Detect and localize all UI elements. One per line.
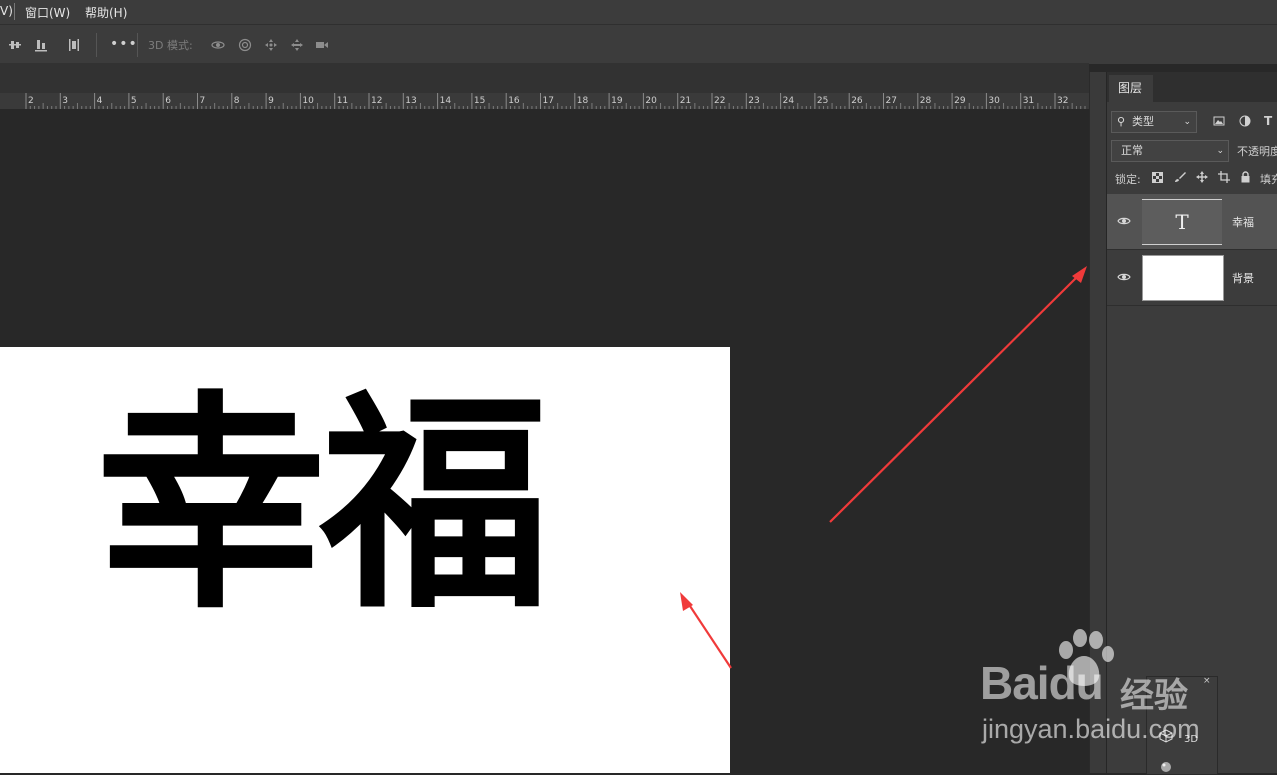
orbit-3d-icon[interactable] — [211, 38, 225, 52]
chevron-down-icon: ⌄ — [1216, 146, 1224, 156]
ruler-label: 22 — [714, 96, 725, 106]
ruler-label: 11 — [337, 96, 348, 106]
ruler-label: 21 — [680, 96, 691, 106]
baidu-jingyan-watermark: Baidu 经验 jingyan.baidu.com — [980, 628, 1220, 758]
search-icon: ⚲ — [1117, 115, 1126, 128]
fill-label: 填充 — [1260, 173, 1277, 186]
options-separator — [137, 33, 138, 57]
eye-visibility-icon[interactable] — [1117, 214, 1131, 228]
lock-artboard-crop-icon[interactable] — [1218, 171, 1230, 183]
lock-position-move-icon[interactable] — [1196, 171, 1208, 183]
ruler-label: 7 — [200, 96, 206, 106]
menu-item-view[interactable]: V) — [0, 4, 13, 18]
materials-icon[interactable] — [1159, 760, 1173, 774]
ruler-label: 15 — [474, 96, 485, 106]
ruler-label: 27 — [886, 96, 897, 106]
ruler-label: 3 — [62, 96, 68, 106]
ruler-label: 24 — [783, 96, 795, 106]
more-options-button[interactable]: ••• — [110, 36, 138, 52]
canvas-text-layer[interactable]: 幸福 — [96, 377, 550, 637]
lock-all-icon[interactable] — [1240, 171, 1251, 183]
blend-row: 正常 ⌄ 不透明度 — [1107, 139, 1277, 163]
align-bottom-edges-icon[interactable] — [34, 38, 48, 52]
document-area: 2 3 4 5 6 7 8 9 10 11 12 13 14 15 16 17 18 19 20 21 22 23 24 25… — [0, 63, 1089, 773]
chevron-down-icon: ⌄ — [1183, 117, 1191, 127]
menu-separator — [14, 3, 15, 20]
ruler-label: 2 — [28, 96, 34, 106]
filter-kind-value: 类型 — [1132, 115, 1154, 128]
watermark-cn: 经验 — [1120, 676, 1188, 716]
adjustment-filter-icon[interactable] — [1239, 115, 1251, 127]
image-filter-icon[interactable] — [1213, 115, 1225, 127]
lock-transparent-pixels-icon[interactable] — [1152, 172, 1163, 183]
layer-row-background[interactable]: 背景 — [1107, 250, 1277, 306]
ruler-label: 14 — [440, 96, 452, 106]
document-canvas[interactable]: 幸福 — [0, 347, 730, 773]
opacity-label: 不透明度 — [1237, 145, 1277, 158]
blend-mode-value: 正常 — [1121, 144, 1143, 157]
ruler-label: 6 — [165, 96, 171, 106]
ruler-label: 4 — [97, 96, 103, 106]
ruler-label: 25 — [817, 96, 828, 106]
ruler-label: 23 — [748, 96, 759, 106]
ruler-label: 10 — [302, 96, 314, 106]
ruler-label: 8 — [234, 96, 240, 106]
background-layer-thumbnail — [1142, 255, 1224, 301]
type-layer-glyph: T — [1175, 210, 1189, 234]
video-camera-3d-icon[interactable] — [315, 38, 329, 52]
blend-mode-select[interactable]: 正常 ⌄ — [1111, 140, 1229, 162]
options-separator — [96, 33, 97, 57]
options-bar: ••• 3D 模式: — [0, 24, 1277, 64]
layer-filter-row: ⚲ 类型 ⌄ T — [1107, 109, 1277, 135]
ruler-label: 20 — [645, 96, 657, 106]
layer-list: T 幸福 背景 — [1107, 194, 1277, 306]
text-layer-thumbnail: T — [1142, 199, 1222, 245]
ruler-label: 17 — [543, 96, 554, 106]
ruler-label: 31 — [1023, 96, 1034, 106]
layer-name[interactable]: 幸福 — [1232, 214, 1254, 230]
watermark-brand: Baidu — [980, 657, 1104, 709]
pan-3d-icon[interactable] — [264, 38, 278, 52]
ruler-label: 30 — [988, 96, 1000, 106]
ruler-label: 13 — [405, 96, 416, 106]
watermark-url: jingyan.baidu.com — [982, 714, 1200, 744]
horizontal-ruler[interactable]: 2 3 4 5 6 7 8 9 10 11 12 13 14 15 16 17 18 19 20 21 22 23 24 25… — [0, 93, 1089, 109]
menu-bar: V) 窗口(W) 帮助(H) — [0, 0, 1277, 24]
roll-3d-icon[interactable] — [238, 38, 252, 52]
eye-visibility-icon[interactable] — [1117, 270, 1131, 284]
3d-mode-label: 3D 模式: — [148, 39, 193, 52]
menu-item-window[interactable]: 窗口(W) — [25, 4, 70, 21]
slide-3d-icon[interactable] — [290, 38, 304, 52]
type-filter-icon[interactable]: T — [1264, 114, 1272, 128]
ruler-label: 16 — [508, 96, 520, 106]
layer-name[interactable]: 背景 — [1232, 270, 1254, 286]
ruler-label: 26 — [851, 96, 863, 106]
ruler-label: 5 — [131, 96, 137, 106]
ruler-label: 19 — [611, 96, 623, 106]
filter-kind-select[interactable]: ⚲ 类型 ⌄ — [1111, 111, 1197, 133]
ruler-label: 28 — [920, 96, 932, 106]
ruler-graphic: 2 3 4 5 6 7 8 9 10 11 12 13 14 15 16 17 18 19 20 21 22 23 24 25… — [25, 93, 1086, 109]
ruler-label: 9 — [268, 96, 274, 106]
document-tab-strip — [0, 63, 1089, 94]
panel-tab-bar: 图层 — [1107, 72, 1277, 102]
ruler-label: 32 — [1057, 96, 1068, 106]
ruler-label: 12 — [371, 96, 382, 106]
lock-label: 锁定: — [1115, 173, 1141, 186]
lock-row: 锁定: 填充 — [1107, 169, 1277, 189]
lock-image-pixels-brush-icon[interactable] — [1174, 171, 1186, 183]
align-vertical-centers-icon[interactable] — [8, 38, 22, 52]
menu-item-help[interactable]: 帮助(H) — [85, 4, 127, 21]
ruler-label: 18 — [577, 96, 589, 106]
distribute-icon[interactable] — [67, 38, 81, 52]
layer-row-text[interactable]: T 幸福 — [1107, 194, 1277, 250]
tab-layers[interactable]: 图层 — [1109, 75, 1153, 102]
ruler-label: 29 — [954, 96, 966, 106]
